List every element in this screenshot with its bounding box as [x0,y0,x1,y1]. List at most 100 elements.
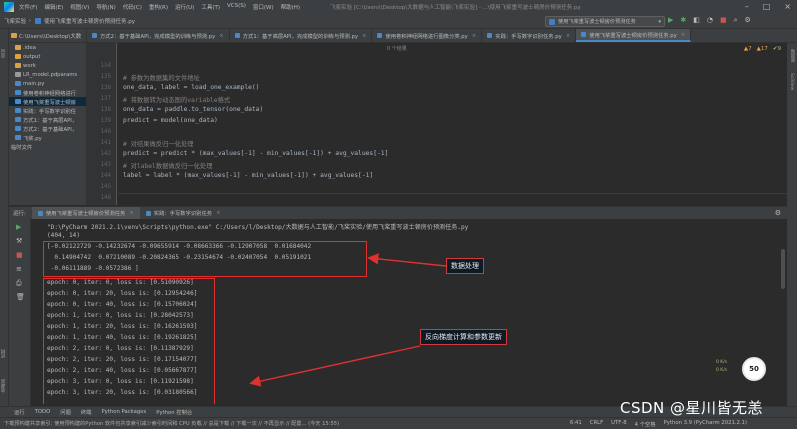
close-tab-icon[interactable]: × [219,33,223,39]
line-number: 136 [100,85,111,91]
progress-badge[interactable]: 50 [742,357,766,381]
tree-item-feijiang[interactable]: 飞桨.py [9,133,86,142]
callout-data-processing: 数据处理 [446,258,484,274]
line-separator[interactable]: CRLF [590,420,603,428]
python-interpreter[interactable]: Python 3.9 (PyCharm 2021.2.1) [664,420,747,428]
menu-edit[interactable]: 编辑(E) [44,3,63,11]
profile-icon[interactable]: ◔ [707,16,713,25]
stop-icon[interactable]: ■ [720,16,727,25]
project-panel-header: C:\Users\\Desktop\大数 [9,29,86,43]
structure-tool-label[interactable]: 结构 [1,349,7,358]
run-configuration-label: 使用飞桨重写波士顿房价预测任务 [558,19,636,25]
bottom-tab-todo[interactable]: TODO [35,409,51,415]
print-icon[interactable]: ⎙ [16,279,22,288]
run-tab-boston[interactable]: 使用飞桨重写波士顿房价预测任务 × [31,206,140,220]
python-file-icon [15,135,21,140]
separator [118,193,787,194]
chevron-down-icon: ▾ [658,18,661,25]
tree-item-boston[interactable]: 使用飞桨重写波士顿房 [9,97,86,106]
tab-method2[interactable]: 方式2：基于基础API，完成模型的训练与预测.py × [87,29,230,42]
bottom-tab-python-packages[interactable]: Python Packages [101,409,146,415]
close-icon[interactable]: × [784,2,791,11]
weak-warnings-count[interactable]: ▲17 [757,46,768,52]
indent-setting[interactable]: 4 个空格 [635,420,656,428]
inspection-widget[interactable]: ▲7 ▲17 ✔9 [744,46,781,52]
sciview-tool-label[interactable]: SciView [789,73,794,90]
warnings-count[interactable]: ▲7 [744,46,752,52]
status-message[interactable]: 下载预构建共享索引: 使用预构建的Python 软件包共享索引减少索引时间和 C… [4,420,339,427]
run-console[interactable]: "D:\PyCharm 2021.2.1\venv\Scripts\python… [31,219,787,406]
tab-cnn[interactable]: 使用卷积神经网络进行图像分类.py × [372,29,483,42]
bottom-tab-terminal[interactable]: 终端 [81,408,92,416]
menu-file[interactable]: 文件(F) [19,3,37,11]
tree-item-work[interactable]: work [9,61,86,70]
breadcrumb-file[interactable]: 使用飞桨重写波士顿房价预测任务.py [44,17,135,25]
file-encoding[interactable]: UTF-8 [611,420,626,428]
python-file-icon [377,33,383,38]
close-tab-icon[interactable]: × [216,210,220,216]
project-root[interactable]: C:\Users\\Desktop\大数 [19,32,81,40]
tree-item-method2[interactable]: 方式2：基于基础API， [9,124,86,133]
python-file-icon [92,33,97,38]
menu-help[interactable]: 帮助(H) [281,3,300,11]
menu-refactor[interactable]: 重构(R) [149,3,168,11]
menu-window[interactable]: 窗口(W) [253,3,274,11]
chevron-right-icon: › [29,18,32,24]
python-file-icon [234,33,240,38]
bottom-tab-run[interactable]: 运行 [14,408,25,416]
tree-item-cnn[interactable]: 使用卷积神经网络进行 [9,88,86,97]
database-tool-label[interactable]: 数据库 [789,49,795,63]
tab-boston[interactable]: 使用飞桨重写波士顿房价预测任务.py × [576,29,692,42]
menu-vcs[interactable]: VCS(S) [227,3,246,11]
menu-run[interactable]: 运行(U) [175,3,194,11]
menu-tools[interactable]: 工具(T) [201,3,220,11]
caret-position[interactable]: 6:41 [570,420,582,428]
menu-navigate[interactable]: 导航(N) [96,3,115,11]
project-tool-label[interactable]: 项目 [1,49,7,58]
run-configuration-select[interactable]: 使用飞桨重写波士顿房价预测任务 ▾ [545,16,665,27]
wrench-icon[interactable]: ⚒ [16,237,22,245]
close-tab-icon[interactable]: × [566,33,570,39]
tree-item-lr-model[interactable]: LR_model.pdparams [9,70,86,79]
scroll-to-end-icon[interactable]: ≡ [16,265,22,273]
coverage-icon[interactable]: ◧ [693,16,700,25]
main-menu: 文件(F) 编辑(E) 视图(V) 导航(N) 代码(C) 重构(R) 运行(U… [19,3,300,11]
minimize-icon[interactable]: – [745,2,749,11]
bottom-tab-python-console[interactable]: Python 控制台 [156,408,192,416]
tree-item-output[interactable]: output [9,52,86,61]
breadcrumb-project[interactable]: 飞桨实验 [4,17,26,25]
delete-icon[interactable]: 🗑 [16,293,25,301]
tree-item-mnist[interactable]: 实践：手写数字识别任 [9,106,86,115]
close-tab-icon[interactable]: × [362,33,366,39]
console-scrollbar[interactable] [781,249,785,289]
tree-item-main[interactable]: main.py [9,79,86,88]
tab-mnist[interactable]: 实践：手写数字识别任务.py × [482,29,577,42]
settings-icon[interactable]: ⚙ [745,16,751,25]
callout-backprop: 反向梯度计算和参数更新 [420,329,507,345]
close-tab-icon[interactable]: × [129,210,133,216]
typos-count[interactable]: ✔9 [773,46,781,52]
tree-item-method1[interactable]: 方式1：基于高层API， [9,115,86,124]
close-tab-icon[interactable]: × [472,33,476,39]
tab-method1[interactable]: 方式1：基于高层API，完成模型的训练与预测.py × [230,29,373,42]
maximize-icon[interactable]: □ [763,2,771,11]
code-editor[interactable]: 134 135 136 137 138 139 140 141 142 143 … [87,43,787,205]
csdn-watermark: CSDN @星川皆无恙 [620,399,764,417]
settings-icon[interactable]: ⚙ [775,209,781,217]
navigation-bar: 飞桨实验 › 使用飞桨重写波士顿房价预测任务.py 使用飞桨重写波士顿房价预测任… [0,14,797,29]
menu-code[interactable]: 代码(C) [123,3,142,11]
bottom-tab-problems[interactable]: 问题 [60,408,71,416]
menu-view[interactable]: 视图(V) [70,3,89,11]
stop-icon[interactable]: ■ [16,251,23,259]
tree-item-scratches[interactable]: 临时文件 [9,142,86,151]
console-line: "D:\PyCharm 2021.2.1\venv\Scripts\python… [47,224,469,231]
debug-icon[interactable]: ✱ [680,16,686,25]
tree-item-idea[interactable]: .idea [9,43,86,52]
line-number: 144 [100,173,111,179]
run-icon[interactable]: ▶ [668,16,673,25]
favorites-tool-label[interactable]: 收藏夹 [1,379,7,393]
run-tab-mnist[interactable]: 实践：手写数字识别任务 × [140,207,227,220]
search-icon[interactable]: ⌕ [734,16,738,25]
close-tab-icon[interactable]: × [681,32,685,38]
rerun-icon[interactable]: ▶ [16,223,21,231]
